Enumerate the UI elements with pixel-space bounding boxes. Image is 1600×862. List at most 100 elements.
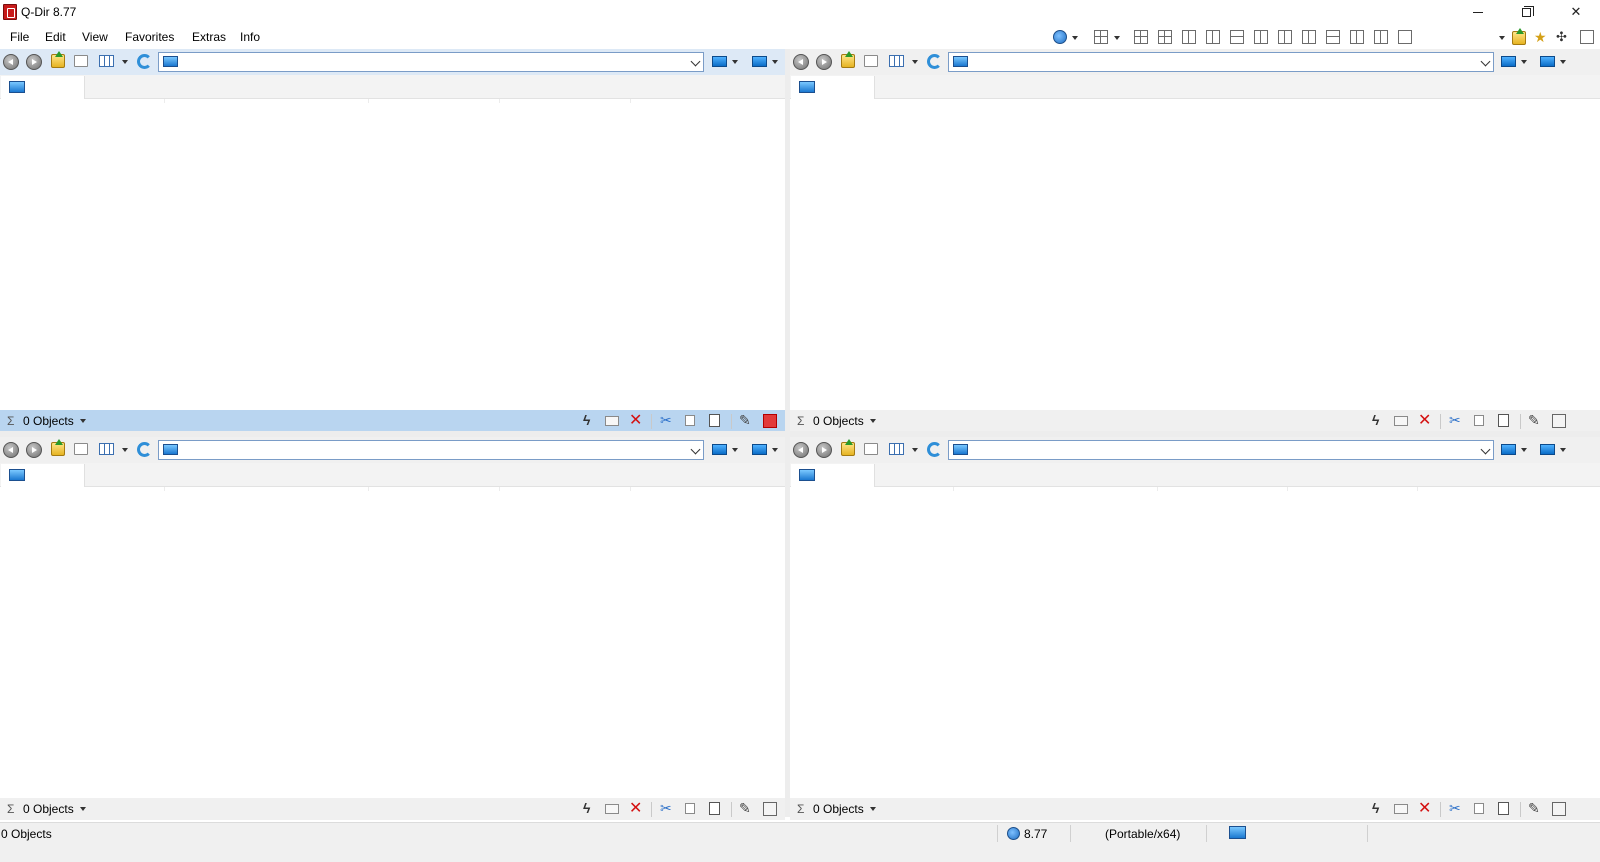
layout-4-icon[interactable] <box>1134 30 1148 44</box>
desktop-icon[interactable] <box>752 56 767 67</box>
delete-icon[interactable]: ✕ <box>629 413 643 429</box>
globe-icon[interactable] <box>1053 30 1067 44</box>
close-pane-icon[interactable] <box>1552 414 1566 428</box>
layout-2h-icon[interactable] <box>1230 30 1244 44</box>
edit-icon[interactable]: ✎ <box>739 413 753 428</box>
flash-icon[interactable]: ϟ <box>583 801 597 816</box>
column-divider[interactable] <box>630 99 631 103</box>
cut-icon[interactable]: ✂ <box>660 413 674 428</box>
forward-icon[interactable] <box>816 54 832 70</box>
mail-icon[interactable] <box>1394 416 1408 426</box>
delete-icon[interactable]: ✕ <box>1418 413 1432 429</box>
restore-button[interactable] <box>1503 0 1549 24</box>
chevron-down-icon[interactable] <box>122 448 128 452</box>
horizontal-splitter[interactable] <box>0 431 1600 437</box>
refresh-icon[interactable] <box>927 54 942 69</box>
edit-icon[interactable]: ✎ <box>1528 801 1542 816</box>
chevron-down-icon[interactable] <box>1560 448 1566 452</box>
chevron-down-icon[interactable] <box>1072 36 1078 40</box>
paste-icon[interactable] <box>1498 802 1509 815</box>
globe-icon[interactable] <box>1007 827 1020 840</box>
object-count[interactable]: 0 Objects <box>23 802 74 816</box>
menu-extras[interactable]: Extras <box>192 30 226 44</box>
column-divider[interactable] <box>164 487 165 491</box>
layout-3h-icon[interactable] <box>1326 30 1340 44</box>
tab-computer[interactable] <box>791 76 875 99</box>
chevron-down-icon[interactable] <box>1521 448 1527 452</box>
desktop-icon[interactable] <box>1540 56 1555 67</box>
object-count[interactable]: 0 Objects <box>23 414 74 428</box>
chevron-down-icon[interactable] <box>1560 60 1566 64</box>
menu-info[interactable]: Info <box>240 30 260 44</box>
extra-icon[interactable] <box>1420 30 1434 44</box>
paste-icon[interactable] <box>709 802 720 815</box>
desktop-icon[interactable] <box>1540 444 1555 455</box>
layout-1-icon[interactable] <box>1398 30 1412 44</box>
view-mode-icon[interactable] <box>889 443 904 455</box>
refresh-icon[interactable] <box>927 442 942 457</box>
view-mode-icon[interactable] <box>99 55 114 67</box>
chevron-down-icon[interactable] <box>80 807 86 811</box>
chevron-down-icon[interactable] <box>1114 36 1120 40</box>
mail-icon[interactable] <box>605 804 619 814</box>
layout-3h2-icon[interactable] <box>1350 30 1364 44</box>
edit-icon[interactable]: ✎ <box>739 801 753 816</box>
copy-icon[interactable] <box>685 803 695 814</box>
layout-3v2-icon[interactable] <box>1302 30 1316 44</box>
delete-icon[interactable]: ✕ <box>1418 801 1432 817</box>
chevron-down-icon[interactable] <box>732 60 738 64</box>
address-dropdown-icon[interactable] <box>1480 56 1491 67</box>
close-pane-icon[interactable] <box>763 802 777 816</box>
monitor-icon[interactable] <box>712 444 727 455</box>
column-divider[interactable] <box>1287 487 1288 491</box>
layout-3-icon[interactable] <box>1158 30 1172 44</box>
forward-icon[interactable] <box>26 442 42 458</box>
version-label[interactable]: 8.77 <box>1024 827 1047 841</box>
app-icon[interactable] <box>3 4 17 20</box>
menu-favorites[interactable]: Favorites <box>125 30 174 44</box>
copy-icon[interactable] <box>1474 415 1484 426</box>
column-divider[interactable] <box>164 99 165 103</box>
mail-icon[interactable] <box>1394 804 1408 814</box>
chevron-down-icon[interactable] <box>732 448 738 452</box>
monitor-icon[interactable] <box>1229 826 1246 839</box>
flash-icon[interactable]: ϟ <box>1372 801 1386 816</box>
view-mode-icon[interactable] <box>99 443 114 455</box>
delete-icon[interactable]: ✕ <box>629 801 643 817</box>
folder-icon[interactable] <box>1512 28 1526 45</box>
paste-icon[interactable] <box>1498 414 1509 427</box>
flash-icon[interactable]: ϟ <box>1372 413 1386 428</box>
monitor-icon[interactable] <box>1501 56 1516 67</box>
chevron-down-icon[interactable] <box>1521 60 1527 64</box>
new-folder-icon[interactable] <box>864 55 878 67</box>
cut-icon[interactable]: ✂ <box>660 801 674 816</box>
window-icon[interactable] <box>1580 30 1594 44</box>
layout-2b-icon[interactable] <box>1374 30 1388 44</box>
chevron-down-icon[interactable] <box>772 60 778 64</box>
column-divider[interactable] <box>953 487 954 491</box>
close-pane-icon[interactable] <box>763 414 777 428</box>
refresh-icon[interactable] <box>137 54 152 69</box>
menu-view[interactable]: View <box>82 30 108 44</box>
address-dropdown-icon[interactable] <box>690 56 701 67</box>
address-bar[interactable] <box>158 440 704 460</box>
new-folder-icon[interactable] <box>74 443 88 455</box>
chevron-down-icon[interactable] <box>1499 36 1505 40</box>
flash-icon[interactable]: ϟ <box>583 413 597 428</box>
forward-icon[interactable] <box>816 442 832 458</box>
layout-2v-icon[interactable] <box>1254 30 1268 44</box>
desktop-icon[interactable] <box>752 444 767 455</box>
back-icon[interactable] <box>793 442 809 458</box>
column-divider[interactable] <box>499 99 500 103</box>
address-bar[interactable] <box>948 440 1494 460</box>
chevron-down-icon[interactable] <box>870 419 876 423</box>
address-dropdown-icon[interactable] <box>1480 444 1491 455</box>
up-folder-icon[interactable] <box>51 51 65 68</box>
monitor-icon[interactable] <box>1501 444 1516 455</box>
layout-quad-icon[interactable] <box>1094 30 1108 44</box>
close-pane-icon[interactable] <box>1552 802 1566 816</box>
chevron-down-icon[interactable] <box>912 60 918 64</box>
column-divider[interactable] <box>368 487 369 491</box>
layout-3v-icon[interactable] <box>1278 30 1292 44</box>
up-folder-icon[interactable] <box>51 439 65 456</box>
